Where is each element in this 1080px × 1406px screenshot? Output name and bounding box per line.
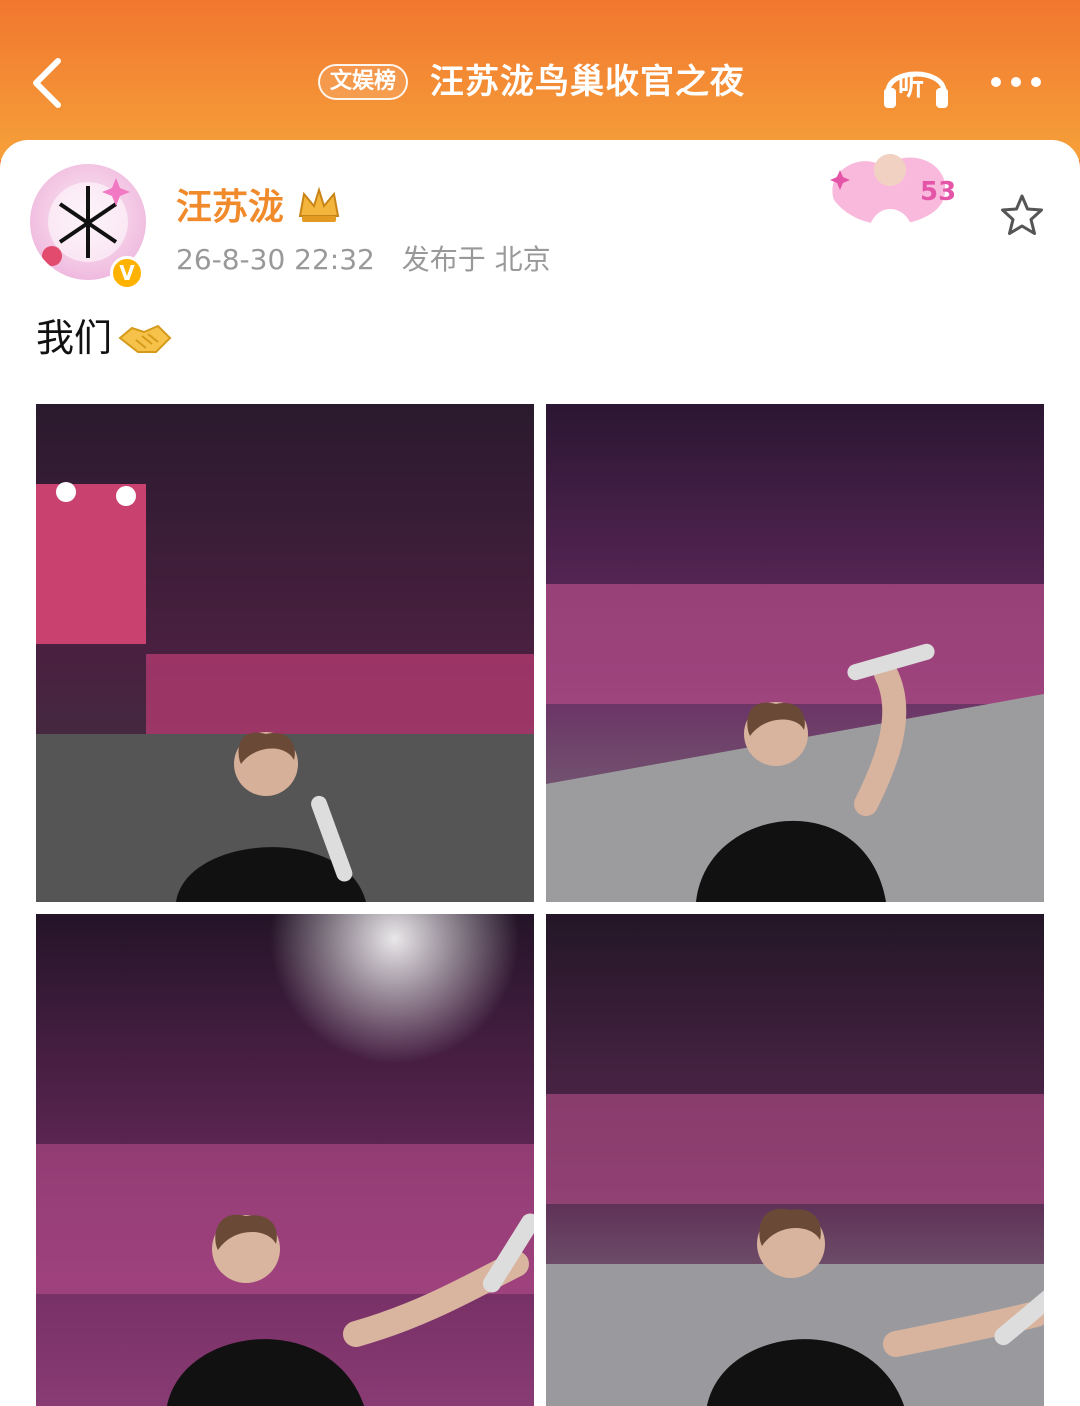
more-dots-icon: [991, 77, 1001, 87]
post-card: V 汪苏泷 26-8-30 22:32 发布于 北京 53 我们: [0, 140, 1080, 1406]
post-meta: 26-8-30 22:32 发布于 北京: [176, 240, 551, 280]
star-icon[interactable]: [996, 190, 1048, 242]
post-time: 26-8-30 22:32: [176, 243, 375, 276]
photo-1[interactable]: [36, 404, 534, 902]
ranking-badge[interactable]: 文娱榜: [318, 64, 409, 100]
handshake-icon: [118, 324, 172, 353]
svg-text:53: 53: [920, 177, 954, 207]
post-location: 发布于 北京: [401, 243, 551, 276]
stadium-selfie-image: [36, 914, 534, 1406]
fan-sticker-icon[interactable]: 53: [824, 140, 954, 240]
photo-2[interactable]: [546, 404, 1044, 902]
stadium-selfie-image: [546, 404, 1044, 902]
post-body: 我们: [36, 312, 172, 364]
listen-button[interactable]: 听: [880, 52, 952, 112]
back-button[interactable]: [18, 48, 78, 118]
photo-4[interactable]: [546, 914, 1044, 1406]
crown-icon: [298, 186, 340, 222]
listen-label: 听: [898, 72, 925, 102]
page-title: 汪苏泷鸟巢收官之夜: [430, 62, 745, 102]
photo-3[interactable]: [36, 914, 534, 1406]
author-name[interactable]: 汪苏泷: [176, 184, 284, 232]
chevron-left-icon: [33, 58, 61, 108]
photo-grid: [36, 404, 1046, 1406]
stadium-selfie-image: [36, 404, 534, 902]
more-button[interactable]: [984, 62, 1048, 102]
post-text: 我们: [36, 316, 113, 360]
top-bar: 文娱榜 汪苏泷鸟巢收官之夜 听: [0, 0, 1080, 160]
verified-badge-icon: V: [110, 256, 144, 290]
stadium-selfie-image: [546, 914, 1044, 1406]
